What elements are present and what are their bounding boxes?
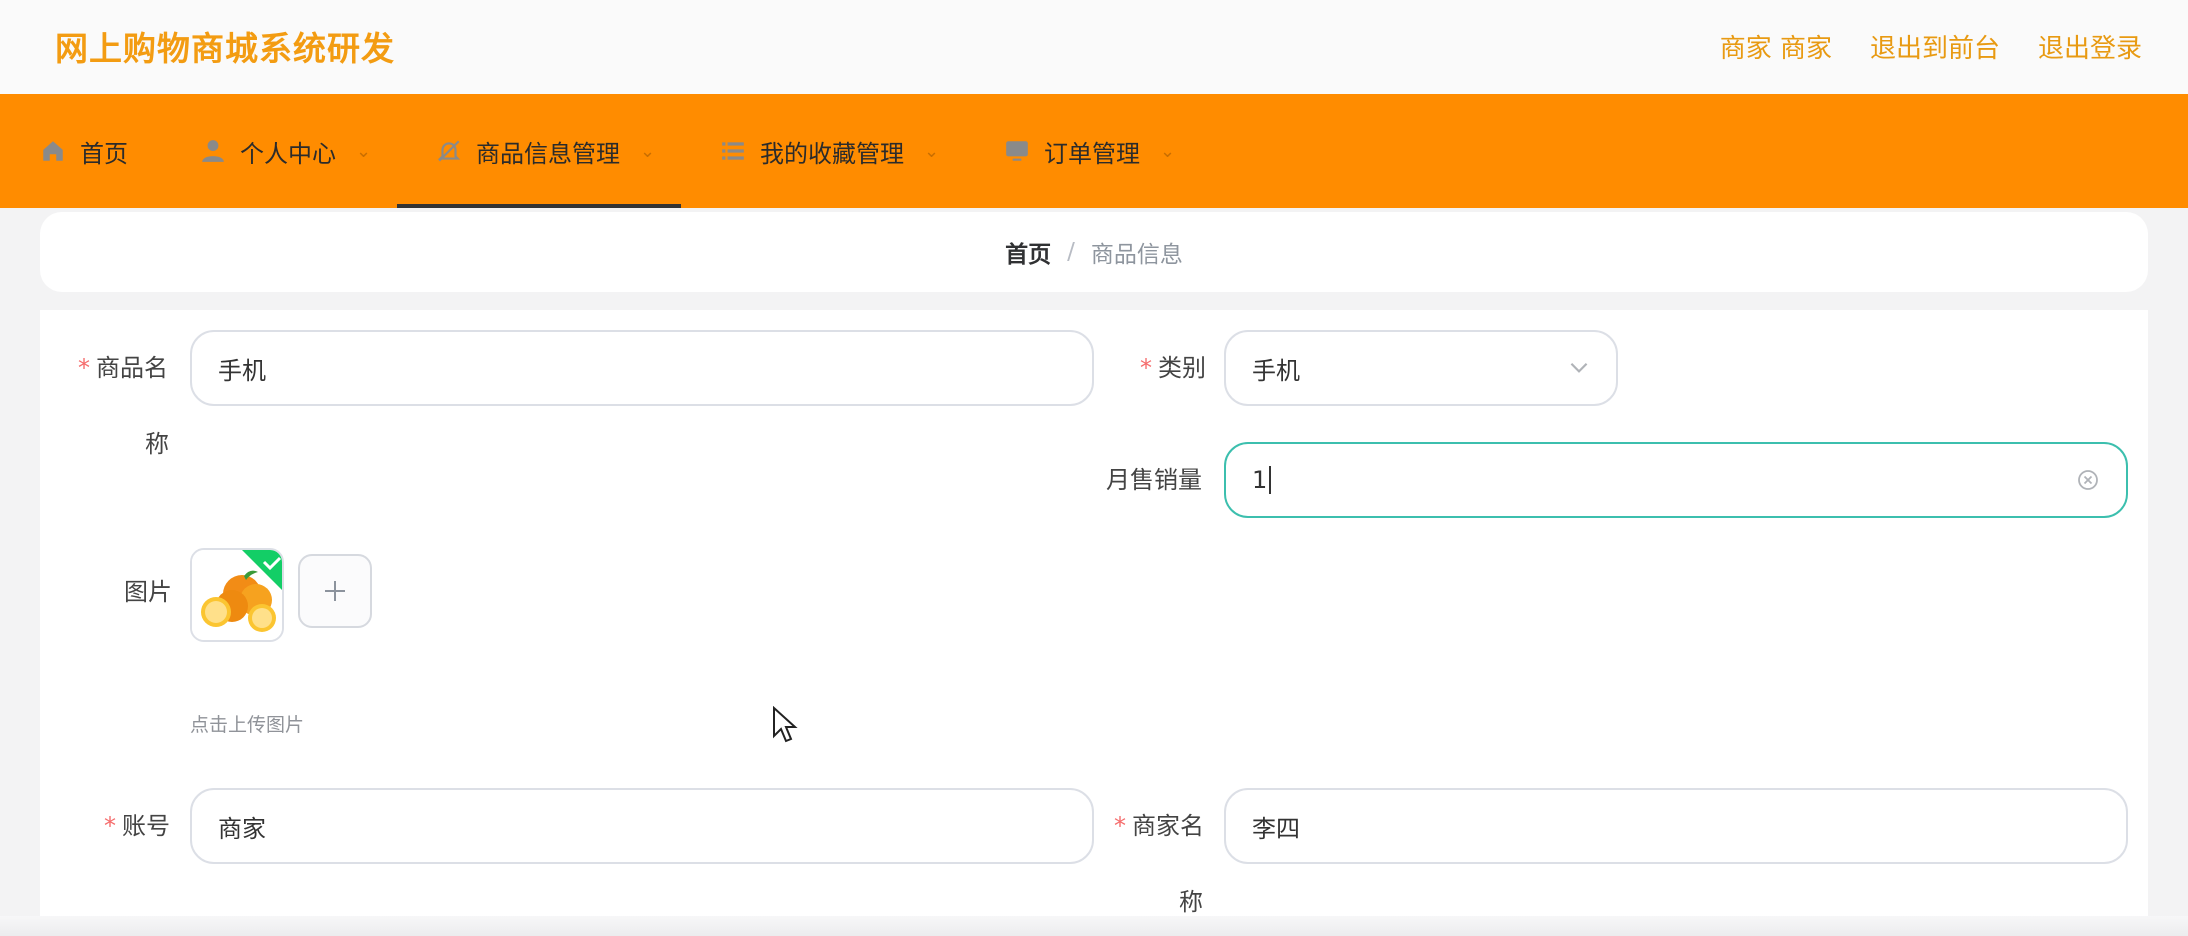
logout-link[interactable]: 退出登录 — [2038, 28, 2142, 65]
required-mark: * — [1114, 812, 1126, 840]
required-mark: * — [1140, 354, 1152, 382]
product-name-label-text: 商品名 — [96, 354, 168, 382]
merchant-name-label: * 商家名 — [1114, 810, 1204, 842]
add-image-button[interactable] — [298, 554, 372, 628]
list-icon — [722, 142, 744, 160]
chevron-down-icon: ⌄ — [1160, 140, 1176, 162]
chevron-down-icon: ⌄ — [924, 140, 940, 162]
top-header: 网上购物商城系统研发 商家 商家 退出到前台 退出登录 — [0, 0, 2188, 94]
merchant-name-value: 李四 — [1252, 814, 1300, 843]
nav-item-favorites-management[interactable]: 我的收藏管理 ⌄ — [720, 94, 939, 208]
breadcrumb-home[interactable]: 首页 — [1005, 235, 1051, 269]
nav-item-order-management[interactable]: 订单管理 ⌄ — [1004, 94, 1175, 208]
required-mark: * — [104, 812, 116, 840]
category-value: 手机 — [1252, 356, 1300, 385]
chevron-down-icon: ⌄ — [640, 140, 656, 162]
product-name-label-wrap: 称 — [145, 430, 169, 458]
category-select[interactable]: 手机 — [1224, 330, 1618, 406]
merchant-name-label-text: 商家名 — [1132, 812, 1204, 840]
merchant-account-link[interactable]: 商家 商家 — [1720, 28, 1832, 65]
text-caret — [1269, 466, 1272, 494]
nav-item-personal-center[interactable]: 个人中心 ⌄ — [200, 94, 371, 208]
monitor-icon — [1006, 141, 1028, 161]
breadcrumb: 首页 / 商品信息 — [40, 212, 2148, 292]
account-value: 商家 — [218, 814, 266, 843]
mouse-cursor-icon — [773, 706, 798, 743]
account-label-text: 账号 — [122, 812, 170, 840]
product-name-value: 手机 — [218, 356, 266, 385]
main-nav: 首页 个人中心 ⌄ 商品信息管理 ⌄ 我的收藏管理 ⌄ 订单管理 ⌄ — [0, 94, 2188, 208]
uploaded-image-thumbnail[interactable] — [190, 548, 284, 642]
monthly-sales-value: 1 — [1252, 466, 1268, 494]
chevron-down-icon — [1570, 362, 1588, 373]
chevron-down-icon: ⌄ — [356, 140, 372, 162]
product-name-label: * 商品名 — [78, 352, 168, 384]
monthly-sales-input[interactable]: 1 — [1224, 442, 2128, 518]
header-links: 商家 商家 退出到前台 退出登录 — [1720, 28, 2142, 65]
nav-item-home[interactable]: 首页 — [40, 94, 128, 208]
bell-off-icon — [437, 140, 461, 162]
account-label: * 账号 — [104, 810, 170, 842]
category-label-text: 类别 — [1158, 354, 1206, 382]
exit-to-frontend-link[interactable]: 退出到前台 — [1870, 28, 2000, 65]
nav-item-label: 订单管理 — [1044, 139, 1140, 168]
orange-fruit-image — [192, 550, 282, 640]
nav-item-label: 首页 — [80, 139, 128, 168]
home-icon — [43, 141, 63, 161]
category-label: * 类别 — [1140, 352, 1206, 384]
image-label: 图片 — [124, 578, 172, 606]
upload-hint: 点击上传图片 — [190, 714, 305, 736]
monthly-sales-label: 月售销量 — [1106, 466, 1202, 494]
plus-icon — [325, 581, 345, 601]
app-title: 网上购物商城系统研发 — [55, 29, 395, 68]
nav-active-indicator — [397, 204, 681, 208]
nav-item-product-management[interactable]: 商品信息管理 ⌄ — [436, 94, 655, 208]
required-mark: * — [78, 354, 90, 382]
account-input[interactable]: 商家 — [190, 788, 1094, 864]
breadcrumb-separator: / — [1067, 239, 1075, 265]
nav-item-label: 我的收藏管理 — [760, 139, 904, 168]
product-name-input[interactable]: 手机 — [190, 330, 1094, 406]
nav-item-label: 个人中心 — [240, 139, 336, 168]
merchant-name-label-wrap: 称 — [1179, 888, 1203, 916]
merchant-name-input[interactable]: 李四 — [1224, 788, 2128, 864]
user-icon — [202, 140, 224, 162]
nav-item-label: 商品信息管理 — [476, 139, 620, 168]
bottom-edge — [0, 916, 2188, 936]
clear-icon[interactable] — [2076, 468, 2100, 492]
breadcrumb-current: 商品信息 — [1090, 242, 1183, 268]
